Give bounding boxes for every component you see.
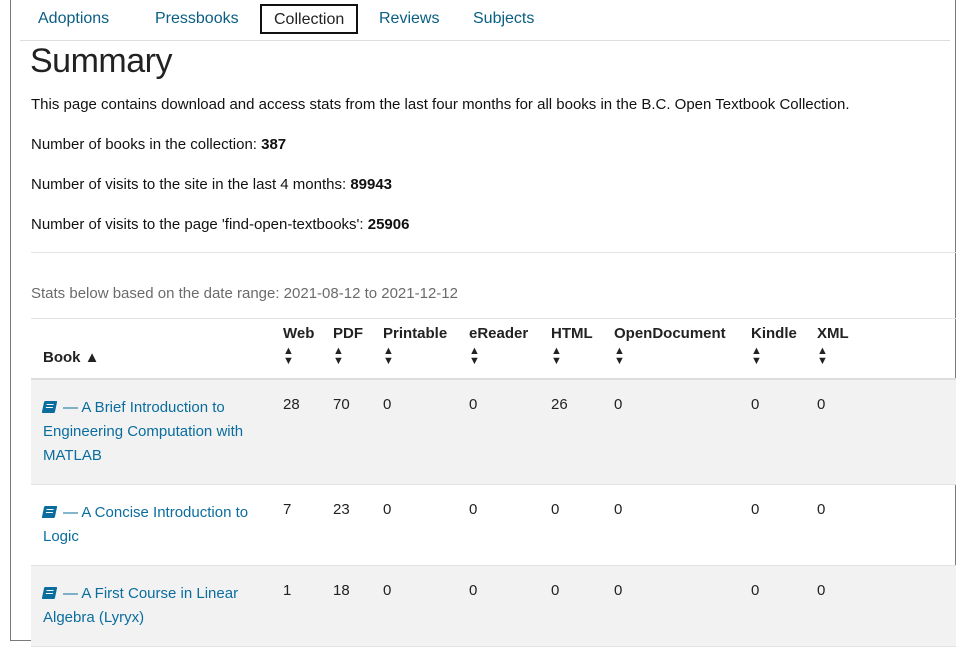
col-header-label: HTML [551,324,593,342]
tab-adoptions[interactable]: Adoptions [38,0,109,40]
col-header-opendocument[interactable]: OpenDocument ▲︎ ▼︎ [602,318,739,380]
sort-icon[interactable]: ▲︎ ▼︎ [817,345,956,366]
date-range-text: Stats below based on the date range: 202… [31,285,458,302]
stat-cell: 0 [739,565,805,647]
col-header-label: OpenDocument [614,324,726,342]
book-link[interactable]: — A First Course in Linear Algebra (Lyry… [41,582,271,630]
intro-text: This page contains download and access s… [31,96,850,113]
sort-icon[interactable]: ▲︎ ▼︎ [469,345,539,366]
stat-cell: 26 [539,378,602,485]
book-title: — A First Course in Linear Algebra (Lyry… [43,584,239,626]
col-header-label: Printable [383,324,448,342]
section-divider [31,252,956,253]
book-icon [41,505,58,518]
book-cell: — A Concise Introduction to Logic [31,484,271,566]
books-count-label: Number of books in the collection: [31,136,262,153]
stat-cell: 1 [271,565,321,647]
book-icon [41,586,58,599]
col-header-ereader[interactable]: eReader ▲︎ ▼︎ [457,318,539,380]
col-header-label: XML [817,324,849,342]
book-cell: — A First Course in Linear Algebra (Lyry… [31,565,271,647]
tab-bar: Adoptions Pressbooks Collection Reviews … [20,0,950,41]
stat-cell: 0 [602,378,739,485]
page-visits-line: Number of visits to the page 'find-open-… [31,216,409,233]
sort-icon[interactable]: ▲︎ ▼︎ [383,345,457,366]
stat-cell: 0 [539,484,602,566]
sort-icon[interactable]: ▲︎ ▼︎ [551,345,602,366]
col-header-book[interactable]: Book ▲︎ [31,318,271,380]
stat-cell: 28 [271,378,321,485]
stat-cell: 0 [602,565,739,647]
table-row: — A Concise Introduction to Logic 7 23 0… [31,484,956,566]
table-row: — A Brief Introduction to Engineering Co… [31,378,956,485]
book-cell: — A Brief Introduction to Engineering Co… [31,378,271,485]
sort-icon[interactable]: ▲︎ ▼︎ [614,345,739,366]
col-header-label: eReader [469,324,529,342]
stat-cell: 0 [457,565,539,647]
stats-table: Book ▲︎ Web ▲︎ ▼︎ PDF ▲︎ ▼︎ Printable ▲︎ ▼︎ eR… [31,318,956,647]
stat-cell: 0 [371,378,457,485]
stat-cell: 7 [271,484,321,566]
books-count-line: Number of books in the collection: 387 [31,136,286,153]
page-title: Summary [30,42,172,80]
tab-collection[interactable]: Collection [260,4,359,34]
stat-cell: 0 [805,484,956,566]
book-link[interactable]: — A Brief Introduction to Engineering Co… [41,396,271,468]
stat-cell: 23 [321,484,371,566]
books-count-value: 387 [261,136,287,153]
table-row: — A First Course in Linear Algebra (Lyry… [31,565,956,647]
tab-pressbooks[interactable]: Pressbooks [155,0,239,40]
col-header-xml[interactable]: XML ▲︎ ▼︎ [805,318,956,380]
col-header-html[interactable]: HTML ▲︎ ▼︎ [539,318,602,380]
col-header-printable[interactable]: Printable ▲︎ ▼︎ [371,318,457,380]
stat-cell: 0 [805,565,956,647]
book-link[interactable]: — A Concise Introduction to Logic [41,501,271,549]
stat-cell: 0 [371,565,457,647]
stat-cell: 0 [371,484,457,566]
col-header-label: PDF [333,324,363,342]
stat-cell: 0 [739,484,805,566]
col-header-pdf[interactable]: PDF ▲︎ ▼︎ [321,318,371,380]
book-title: — A Brief Introduction to Engineering Co… [43,398,244,464]
site-visits-value: 89943 [350,176,393,193]
stat-cell: 0 [739,378,805,485]
stat-cell: 0 [457,378,539,485]
sort-icon[interactable]: ▲︎ [85,349,100,366]
page-visits-value: 25906 [367,216,410,233]
stat-cell: 0 [602,484,739,566]
col-header-label: Kindle [751,324,797,342]
book-title: — A Concise Introduction to Logic [43,503,249,545]
site-visits-label: Number of visits to the site in the last… [31,176,351,193]
site-visits-line: Number of visits to the site in the last… [31,176,392,193]
table-header-row: Book ▲︎ Web ▲︎ ▼︎ PDF ▲︎ ▼︎ Printable ▲︎ ▼︎ eR… [31,318,956,380]
stat-cell: 0 [805,378,956,485]
sort-icon[interactable]: ▲︎ ▼︎ [333,345,371,366]
tab-reviews[interactable]: Reviews [379,0,439,40]
page-visits-label: Number of visits to the page 'find-open-… [31,216,368,233]
col-header-web[interactable]: Web ▲︎ ▼︎ [271,318,321,380]
col-header-kindle[interactable]: Kindle ▲︎ ▼︎ [739,318,805,380]
stat-cell: 0 [457,484,539,566]
sort-icon[interactable]: ▲︎ ▼︎ [751,345,805,366]
stat-cell: 18 [321,565,371,647]
sort-icon[interactable]: ▲︎ ▼︎ [283,345,321,366]
col-header-label: Book [43,348,81,366]
tab-subjects[interactable]: Subjects [473,0,534,40]
stat-cell: 70 [321,378,371,485]
col-header-label: Web [283,324,315,342]
stat-cell: 0 [539,565,602,647]
book-icon [41,400,58,413]
